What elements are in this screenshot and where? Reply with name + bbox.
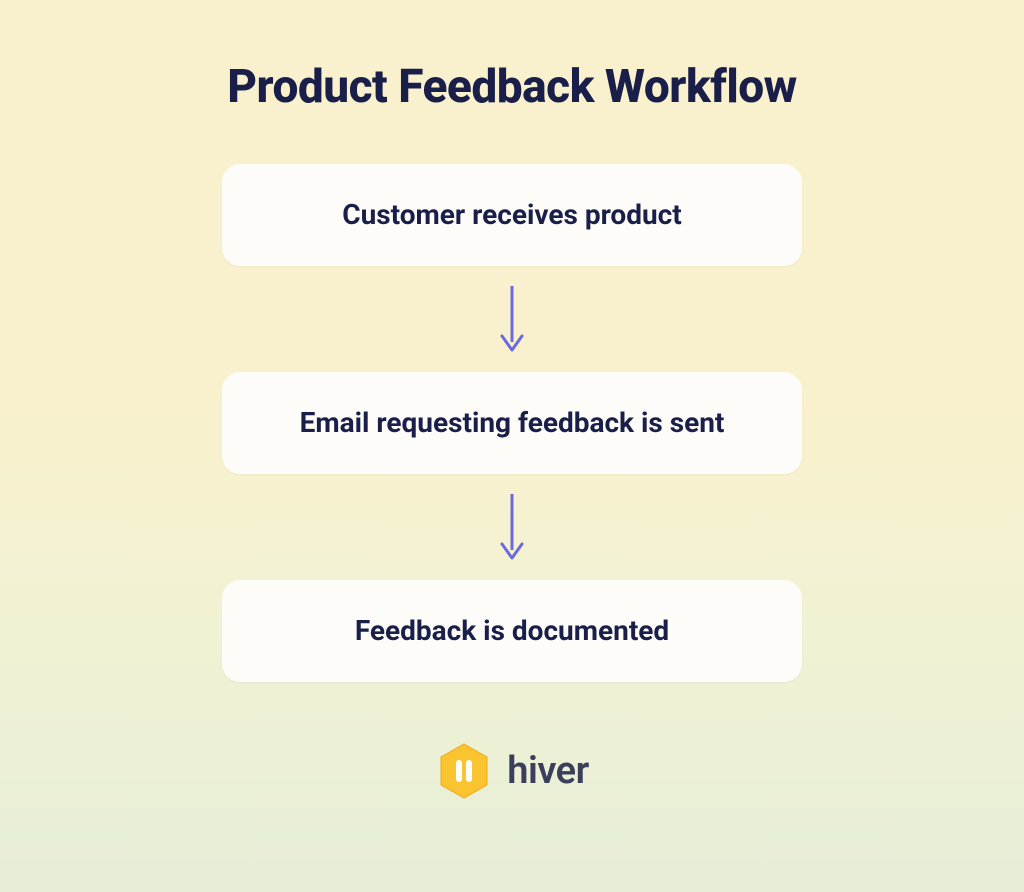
workflow-step-1: Customer receives product [222,164,802,266]
diagram-title: Product Feedback Workflow [227,60,797,114]
step-label: Customer receives product [272,194,752,236]
brand-container: hiver [435,742,589,800]
workflow-container: Customer receives product Email requesti… [222,164,802,682]
step-label: Feedback is documented [272,610,752,652]
workflow-step-3: Feedback is documented [222,580,802,682]
workflow-step-2: Email requesting feedback is sent [222,372,802,474]
arrow-down-icon [497,284,527,354]
step-label: Email requesting feedback is sent [272,402,752,444]
brand-logo-icon [435,742,493,800]
brand-name: hiver [507,749,589,793]
arrow-down-icon [497,492,527,562]
